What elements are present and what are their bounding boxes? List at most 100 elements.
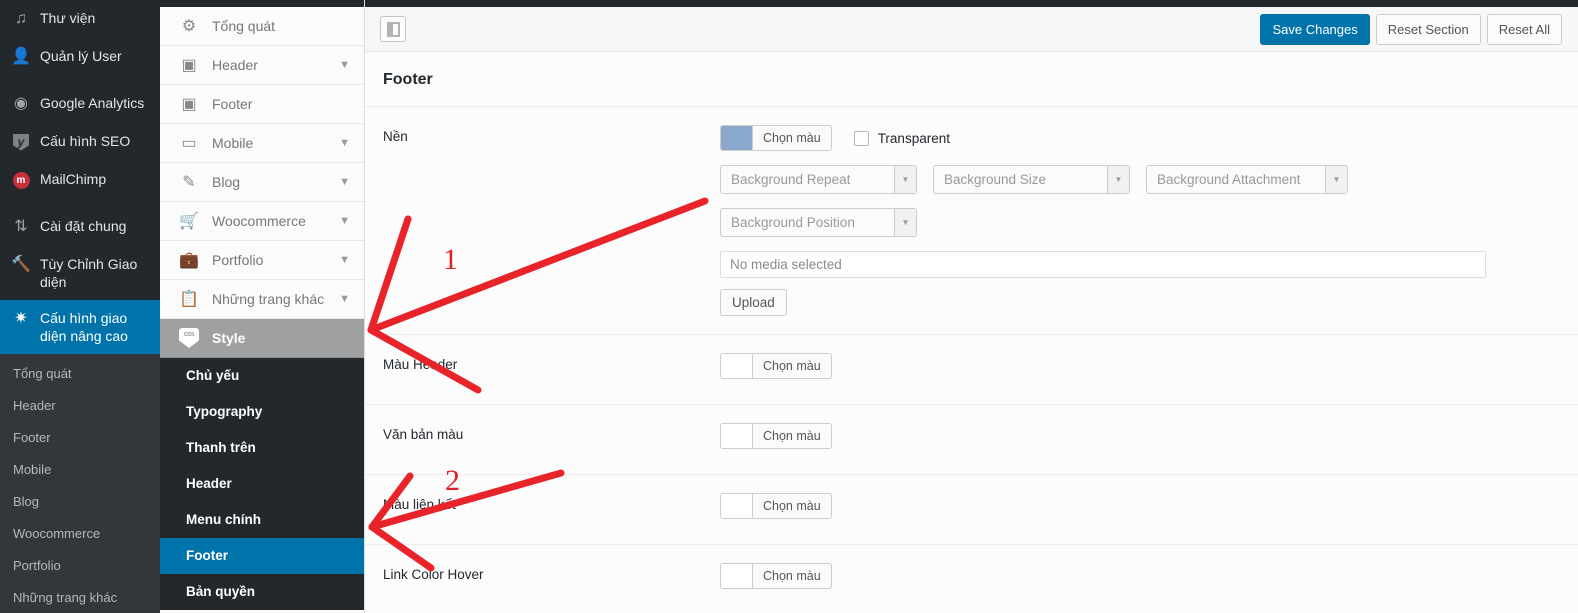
media-field-value: No media selected [730, 257, 842, 272]
sidebar-submenu-item-3[interactable]: Mobile [0, 454, 160, 486]
sidebar-item-5[interactable]: ⇅ Cài đặt chung [0, 208, 160, 246]
sidebar-separator [0, 76, 160, 85]
save-changes-button[interactable]: Save Changes [1260, 14, 1369, 45]
option-nav-item-label: Những trang khác [212, 291, 339, 307]
chevron-down-icon: ▼ [339, 59, 350, 71]
field-control-background: Chọn màu Transparent Background Repeat ▼… [720, 125, 1560, 316]
background-attachment-select[interactable]: Background Attachment ▼ [1146, 165, 1348, 194]
sidebar-item-4[interactable]: mMailChimp [0, 161, 160, 199]
style-submenu-item-4[interactable]: Menu chính [160, 502, 364, 538]
chevron-down-icon: ▼ [1325, 166, 1347, 193]
color-picker-label-2: Chọn màu [753, 494, 831, 518]
mobile-icon: ▭ [178, 132, 200, 154]
chevron-down-icon: ▼ [894, 166, 916, 193]
background-select-row-1: Background Repeat ▼ Background Size ▼ Ba… [720, 165, 1560, 194]
style-submenu-item-5[interactable]: Footer [160, 538, 364, 574]
option-nav-item-8[interactable]: cssStyle [160, 319, 364, 358]
upload-button[interactable]: Upload [720, 289, 787, 316]
media-field[interactable]: No media selected [720, 251, 1486, 278]
option-nav-item-3[interactable]: ▭ Mobile▼ [160, 124, 364, 163]
options-main-content: Save Changes Reset Section Reset All Foo… [365, 0, 1578, 613]
sidebar-submenu-item-1[interactable]: Header [0, 390, 160, 422]
sidebar-submenu-item-7[interactable]: Những trang khác [0, 582, 160, 613]
color-picker-0[interactable]: Chọn màu [720, 353, 832, 379]
option-nav-item-5[interactable]: 🛒 Woocommerce▼ [160, 202, 364, 241]
sidebar-item-1[interactable]: 👤Quản lý User [0, 38, 160, 76]
sidebar-item-label: Quản lý User [40, 47, 160, 65]
style-submenu-item-6[interactable]: Bản quyền [160, 574, 364, 610]
settings-icon: ⇅ [11, 217, 31, 237]
field-control-color-2: Chọn màu [720, 493, 1560, 519]
option-nav-item-2[interactable]: ▣Footer [160, 85, 364, 124]
field-row-color-3: Link Color HoverChọn màu [365, 545, 1578, 613]
color-picker-label-3: Chọn màu [753, 564, 831, 588]
layout-toggle-icon[interactable] [380, 16, 406, 42]
background-attachment-value: Background Attachment [1147, 166, 1325, 193]
color-swatch-0 [721, 354, 753, 378]
wp-admin-sidebar: ♫Thư viện👤Quản lý User◉Google Analyticsy… [0, 0, 160, 613]
style-submenu-item-1[interactable]: Typography [160, 394, 364, 430]
gear-icon: ✷ [11, 309, 31, 329]
reset-section-button[interactable]: Reset Section [1376, 14, 1481, 45]
google-analytics-icon: ◉ [11, 94, 31, 114]
transparent-checkbox-wrap[interactable]: Transparent [854, 131, 950, 146]
chevron-down-icon: ▼ [339, 137, 350, 149]
sidebar-item-label: Cấu hình SEO [40, 132, 160, 150]
sidebar-item-6[interactable]: 🔨Tùy Chỉnh Giao diện [0, 246, 160, 300]
chevron-down-icon: ▼ [339, 215, 350, 227]
option-nav-item-label: Footer [212, 96, 350, 112]
page-title: Footer [365, 52, 1578, 107]
option-nav-item-label: Mobile [212, 135, 339, 151]
option-nav-item-label: Woocommerce [212, 213, 339, 229]
option-nav-item-7[interactable]: 📋 Những trang khác▼ [160, 280, 364, 319]
sidebar-item-2[interactable]: ◉Google Analytics [0, 85, 160, 123]
option-nav-item-1[interactable]: ▣Header▼ [160, 46, 364, 85]
chevron-down-icon: ▼ [339, 176, 350, 188]
style-submenu-item-2[interactable]: Thanh trên [160, 430, 364, 466]
reset-all-button[interactable]: Reset All [1487, 14, 1562, 45]
style-submenu-item-0[interactable]: Chủ yếu [160, 358, 364, 394]
option-nav-item-label: Style [212, 330, 350, 346]
background-size-value: Background Size [934, 166, 1107, 193]
theme-options-nav: ⚙Tổng quát▣Header▼▣Footer▭Mobile▼✎Blog▼🛒… [160, 0, 365, 613]
option-nav-item-6[interactable]: 💼Portfolio▼ [160, 241, 364, 280]
color-picker-label-0: Chọn màu [753, 354, 831, 378]
color-picker-3[interactable]: Chọn màu [720, 563, 832, 589]
background-repeat-select[interactable]: Background Repeat ▼ [720, 165, 917, 194]
field-label-color-2: Màu liên kết [383, 493, 720, 512]
sidebar-submenu-item-4[interactable]: Blog [0, 486, 160, 518]
sidebar-submenu-item-5[interactable]: Woocommerce [0, 518, 160, 550]
transparent-label: Transparent [878, 131, 950, 146]
options-top-strip [160, 0, 364, 7]
color-picker-1[interactable]: Chọn màu [720, 423, 832, 449]
option-nav-item-0[interactable]: ⚙Tổng quát [160, 7, 364, 46]
sidebar-submenu-item-2[interactable]: Footer [0, 422, 160, 454]
field-label-color-1: Văn bản màu [383, 423, 720, 442]
field-control-color-3: Chọn màu [720, 563, 1560, 589]
sidebar-item-label: Cài đặt chung [40, 217, 160, 235]
background-position-select[interactable]: Background Position ▼ [720, 208, 917, 237]
style-submenu-item-3[interactable]: Header [160, 466, 364, 502]
chevron-down-icon: ▼ [1107, 166, 1129, 193]
color-field-rows: Màu HeaderChọn màuVăn bản màuChọn màuMàu… [365, 335, 1578, 613]
yoast-seo-icon: y [11, 132, 31, 152]
field-row-color-1: Văn bản màuChọn màu [365, 405, 1578, 475]
sidebar-item-0[interactable]: ♫Thư viện [0, 0, 160, 38]
sidebar-submenu-item-0[interactable]: Tổng quát [0, 358, 160, 390]
color-swatch-3 [721, 564, 753, 588]
sidebar-item-3[interactable]: y Cấu hình SEO [0, 123, 160, 161]
background-color-picker[interactable]: Chọn màu [720, 125, 832, 151]
color-picker-2[interactable]: Chọn màu [720, 493, 832, 519]
option-nav-item-4[interactable]: ✎Blog▼ [160, 163, 364, 202]
sidebar-item-7[interactable]: ✷Cấu hình giao diện nâng cao [0, 300, 160, 354]
clipboard-icon: 📋 [178, 288, 200, 310]
background-repeat-value: Background Repeat [721, 166, 894, 193]
transparent-checkbox[interactable] [854, 131, 869, 146]
background-size-select[interactable]: Background Size ▼ [933, 165, 1130, 194]
sidebar-submenu-item-6[interactable]: Portfolio [0, 550, 160, 582]
cart-icon: 🛒 [178, 210, 200, 232]
chevron-down-icon: ▼ [339, 293, 350, 305]
admin-screen: ♫Thư viện👤Quản lý User◉Google Analyticsy… [0, 0, 1578, 613]
briefcase-icon: 💼 [178, 249, 200, 271]
style-submenu: Chủ yếuTypographyThanh trênHeaderMenu ch… [160, 358, 364, 610]
